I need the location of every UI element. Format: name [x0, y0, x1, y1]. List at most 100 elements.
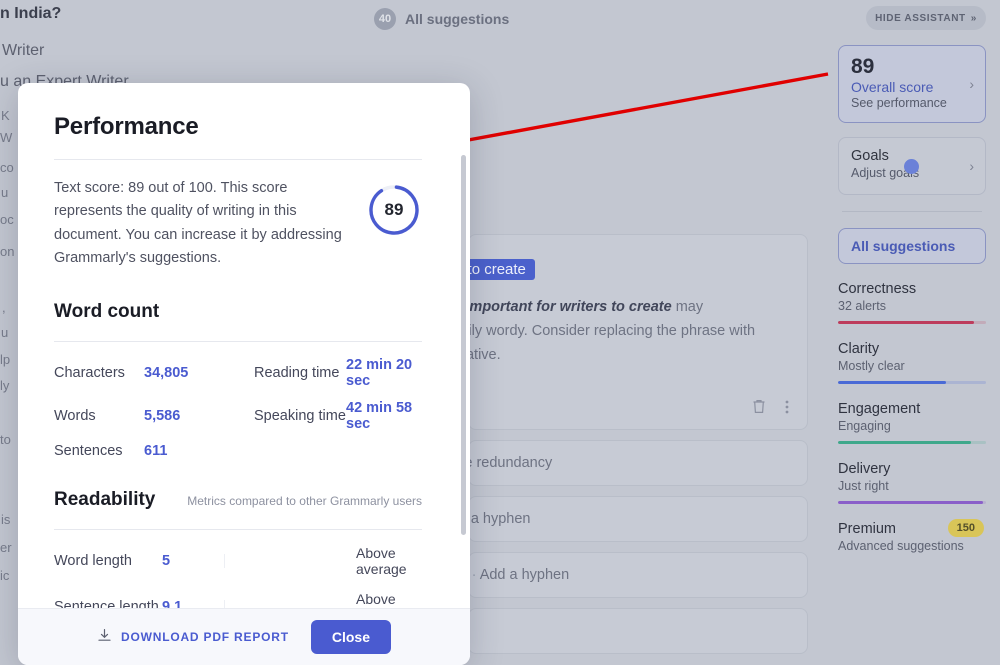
metric-progress-bar — [838, 381, 986, 384]
wc-value: 611 — [144, 442, 168, 459]
score-description: Text score: 89 out of 100. This score re… — [54, 180, 342, 267]
suggestion-card-compact[interactable]: ting · Add a hyphen — [441, 552, 808, 598]
modal-scroll-area: Performance Text score: 89 out of 100. T… — [18, 83, 470, 665]
premium-count-badge: 150 — [947, 519, 984, 537]
wc-value-2: 42 min 58 sec — [346, 399, 413, 432]
all-suggestions-card[interactable]: All suggestions — [838, 228, 986, 264]
more-options-icon[interactable] — [785, 399, 789, 415]
metric-progress-bar — [838, 321, 986, 324]
wc-label: Sentences — [54, 442, 123, 459]
overall-score-subtitle: See performance — [851, 96, 947, 111]
metric-progress-fill — [838, 501, 984, 504]
all-suggestions-label: All suggestions — [405, 11, 510, 27]
word-count-grid: Characters 34,805 Reading time 22 min 20… — [54, 357, 422, 459]
metric-progress-bar — [838, 501, 986, 504]
metric-progress-fill — [838, 441, 972, 444]
suggestion-body: It's important for writers to create may… — [441, 296, 785, 368]
chevron-right-icon: › — [969, 76, 974, 92]
all-suggestions-header[interactable]: 40 All suggestions — [374, 8, 509, 30]
document-fragment: u — [1, 185, 9, 200]
metric-name: Correctness — [838, 281, 917, 297]
document-fragment: is — [1, 512, 11, 527]
rd-verdict: Above average — [356, 544, 407, 577]
download-pdf-report-button[interactable]: DOWNLOAD PDF REPORT — [97, 628, 289, 646]
metric-name: Delivery — [838, 461, 891, 477]
metric-progress-bar — [838, 441, 986, 444]
readability-heading: Readability — [54, 488, 156, 510]
document-fragment: , — [2, 300, 6, 315]
document-fragment: n India? — [0, 5, 62, 22]
readability-note: Metrics compared to other Grammarly user… — [187, 493, 422, 508]
suggestion-card-compact[interactable]: Add a hyphen — [441, 496, 808, 542]
wc-label: Characters — [54, 364, 125, 381]
suggestion-card-footer: nore — [441, 398, 789, 415]
suggestion-body-bold: It's important for writers to create — [441, 299, 672, 315]
wc-label: Words — [54, 407, 96, 424]
document-fragment: er — [0, 540, 12, 555]
metric-progress-fill — [838, 381, 947, 384]
modal-footer: DOWNLOAD PDF REPORT Close — [18, 608, 470, 665]
sidebar-divider — [842, 211, 982, 212]
hide-assistant-button[interactable]: HIDE ASSISTANT » — [866, 6, 986, 30]
all-suggestions-card-label: All suggestions — [851, 238, 956, 254]
modal-scrollbar[interactable] — [461, 155, 466, 535]
modal-title: Performance — [54, 113, 199, 140]
metric-status: Advanced suggestions — [838, 539, 964, 553]
document-fragment: on — [0, 244, 15, 259]
suggestion-count-badge: 40 — [374, 8, 396, 30]
suggestion-compact-rest: Add a hyphen — [479, 567, 570, 583]
metric-engagement[interactable]: Engagement Engaging — [838, 401, 986, 444]
wc-value: 34,805 — [144, 364, 189, 381]
suggestion-card-compact[interactable] — [468, 608, 808, 654]
chevron-right-icon: › — [969, 158, 974, 174]
word-count-heading: Word count — [54, 300, 160, 322]
suggestion-card-detail[interactable]: need to create It's important for writer… — [421, 234, 808, 430]
overall-score-title: Overall score — [851, 79, 934, 96]
metric-progress-fill — [838, 321, 975, 324]
chevron-double-right-icon: » — [970, 12, 977, 24]
document-fragment: to — [0, 432, 11, 447]
suggestion-card-compact[interactable]: nove redundancy — [441, 440, 808, 486]
close-button[interactable]: Close — [310, 620, 391, 654]
score-summary-row: Text score: 89 out of 100. This score re… — [54, 177, 422, 271]
document-fragment: Writer — [2, 42, 45, 59]
metric-delivery[interactable]: Delivery Just right — [838, 461, 986, 504]
download-icon — [97, 628, 112, 646]
goals-card[interactable]: Goals Adjust goals › — [838, 137, 986, 195]
goals-status-dot — [904, 159, 919, 174]
document-fragment: lp — [0, 352, 11, 367]
overall-score-card[interactable]: 89 Overall score See performance › — [838, 45, 986, 123]
readability-header: Readability Metrics compared to other Gr… — [54, 489, 422, 511]
download-pdf-label: DOWNLOAD PDF REPORT — [121, 630, 289, 644]
readability-divider — [54, 528, 422, 530]
performance-modal: Performance Text score: 89 out of 100. T… — [18, 83, 470, 665]
wc-label-2: Reading time — [254, 364, 340, 381]
metric-status: Just right — [838, 479, 889, 493]
metric-status: Mostly clear — [838, 359, 905, 373]
rd-value: 5 — [162, 552, 171, 569]
document-fragment: oc — [0, 212, 14, 227]
suggestion-card-actions — [751, 398, 789, 415]
sidebar-metrics-list: Correctness 32 alerts Clarity Mostly clear E… — [838, 281, 986, 504]
document-fragment: u — [1, 325, 9, 340]
assistant-sidebar: HIDE ASSISTANT » 89 Overall score See pe… — [824, 0, 1000, 665]
hide-assistant-label: HIDE ASSISTANT — [875, 12, 966, 24]
metric-clarity[interactable]: Clarity Mostly clear — [838, 341, 986, 384]
document-fragment: co — [0, 160, 14, 175]
metric-name: Engagement — [838, 401, 921, 417]
metric-premium[interactable]: Premium Advanced suggestions 150 — [838, 519, 986, 553]
overall-score-value: 89 — [851, 55, 875, 78]
score-donut-value: 89 — [384, 200, 404, 219]
score-donut-chart: 89 — [366, 182, 422, 238]
document-fragment: ly — [0, 378, 10, 393]
suggestion-cards-column: need to create It's important for writer… — [421, 234, 808, 664]
word-count-divider — [54, 340, 422, 342]
word-count-header: Word count — [54, 301, 422, 323]
title-divider — [54, 159, 422, 160]
metric-status: Engaging — [838, 419, 891, 433]
trash-icon[interactable] — [751, 398, 767, 415]
wc-label-2: Speaking time — [254, 407, 346, 424]
suggestion-separator: · — [471, 567, 477, 583]
metric-correctness[interactable]: Correctness 32 alerts — [838, 281, 986, 324]
metric-status: 32 alerts — [838, 299, 886, 313]
